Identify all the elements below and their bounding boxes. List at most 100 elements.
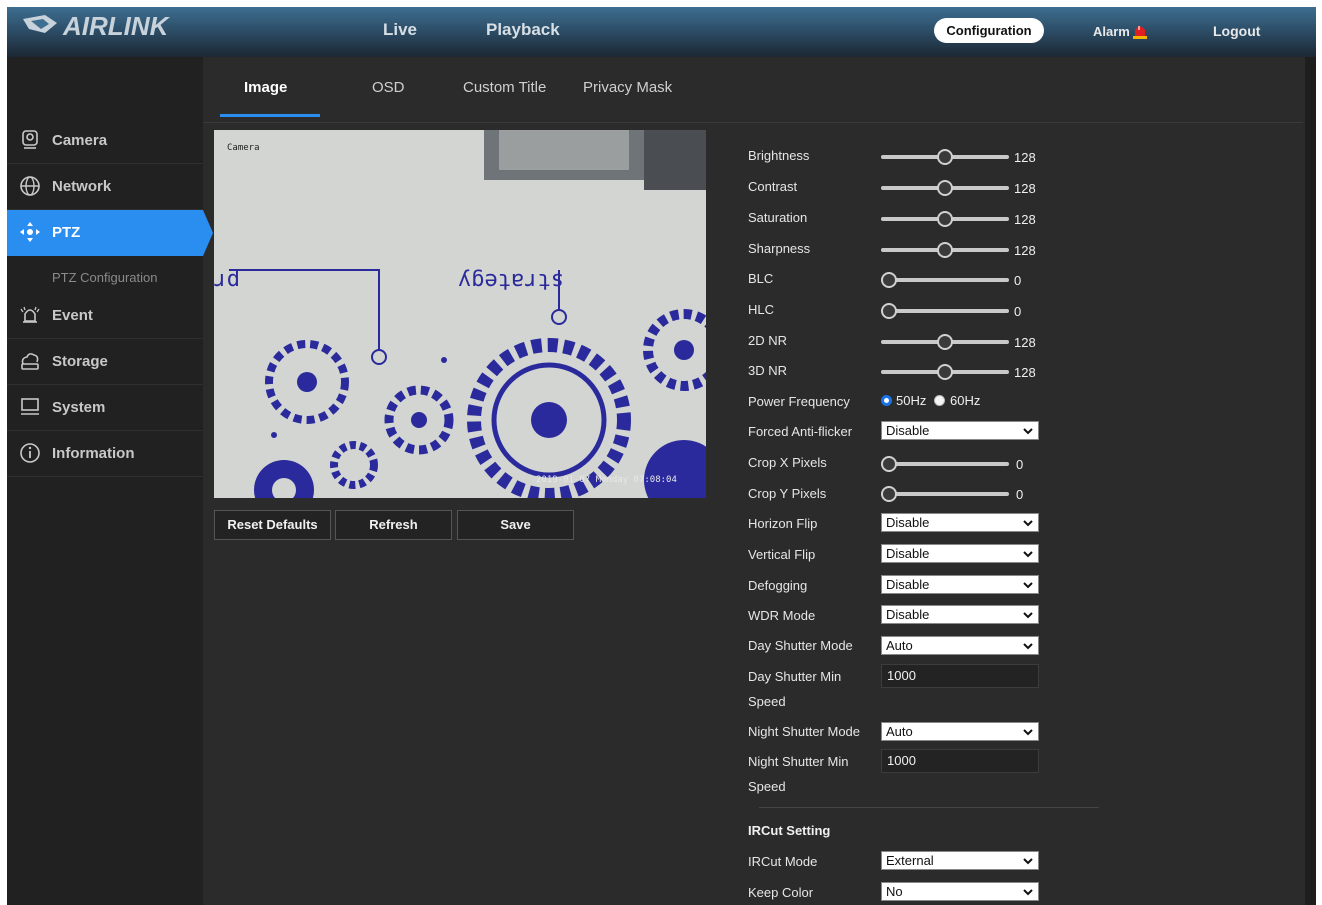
day-shutter-mode-label: Day Shutter Mode (748, 638, 853, 653)
sidebar-item-label: Event (52, 307, 93, 324)
ptz-arrows-icon (20, 222, 40, 242)
day-shutter-mode-select[interactable]: Auto (881, 636, 1039, 655)
brightness-value: 128 (1014, 150, 1036, 165)
sidebar-item-ptz[interactable]: PTZ (7, 210, 213, 256)
nav-alarm[interactable]: Alarm (1093, 22, 1149, 40)
alarm-bell-icon (20, 306, 40, 323)
chevron-down-icon (1023, 643, 1033, 650)
sidebar-item-label: PTZ (52, 224, 81, 241)
select-value: Disable (886, 546, 930, 561)
radio-60hz[interactable] (934, 395, 945, 406)
slider-knob[interactable] (937, 334, 954, 350)
sidebar-item-system[interactable]: System (7, 385, 203, 431)
keep-color-select[interactable]: No (881, 882, 1039, 901)
airlink-logo: AIRLINK (23, 11, 171, 41)
save-button[interactable]: Save (457, 510, 574, 540)
night-shutter-mode-select[interactable]: Auto (881, 722, 1039, 741)
hlc-slider[interactable] (881, 303, 1009, 319)
day-shutter-min-label: Day Shutter Min (748, 669, 842, 684)
night-shutter-mode-label: Night Shutter Mode (748, 724, 861, 739)
select-value: External (886, 853, 934, 868)
slider-knob[interactable] (937, 364, 954, 380)
chevron-down-icon (1023, 612, 1033, 619)
video-preview[interactable]: progress strategy Camera 2019-01-07 Mond… (214, 130, 706, 498)
wdr-mode-select[interactable]: Disable (881, 605, 1039, 624)
ircut-mode-select[interactable]: External (881, 851, 1039, 870)
radio-60hz-label: 60Hz (950, 393, 981, 408)
osd-timestamp: 2019-01-07 Monday 07:08:04 (536, 475, 677, 485)
horizon-flip-label: Horizon Flip (748, 516, 818, 531)
slider-knob[interactable] (937, 242, 954, 258)
nav-configuration[interactable]: Configuration (934, 18, 1044, 43)
active-tab-indicator (220, 114, 320, 117)
globe-icon (20, 176, 40, 196)
chevron-down-icon (1023, 729, 1033, 736)
hlc-label: HLC (748, 302, 775, 317)
blc-slider[interactable] (881, 272, 1009, 288)
nav-playback[interactable]: Playback (486, 20, 560, 40)
sidebar-item-storage[interactable]: Storage (7, 339, 203, 385)
slider-knob[interactable] (881, 272, 897, 288)
sidebar-item-label: System (52, 399, 106, 416)
slider-knob[interactable] (937, 149, 954, 165)
sidebar-item-information[interactable]: Information (7, 431, 203, 477)
tab-privacy-mask[interactable]: Privacy Mask (583, 79, 672, 96)
keep-color-label: Keep Color (748, 885, 814, 900)
day-shutter-min-label-2: Speed (748, 694, 786, 709)
vertical-flip-select[interactable]: Disable (881, 544, 1039, 563)
night-shutter-min-input[interactable]: 1000 (881, 749, 1039, 773)
day-shutter-min-input[interactable]: 1000 (881, 664, 1039, 688)
app-window: AIRLINK Live Playback Configuration Alar… (7, 7, 1316, 905)
sharpness-slider[interactable] (881, 242, 1009, 258)
3d-nr-slider[interactable] (881, 364, 1009, 380)
crop-x-value: 0 (1016, 457, 1024, 472)
slider-knob[interactable] (937, 180, 954, 196)
brightness-slider[interactable] (881, 149, 1009, 165)
saturation-value: 128 (1014, 212, 1036, 227)
sidebar-item-event[interactable]: Event (7, 293, 203, 339)
slider-knob[interactable] (881, 456, 897, 472)
slider-knob[interactable] (881, 303, 897, 319)
crop-y-slider[interactable] (881, 486, 1009, 502)
slider-knob[interactable] (881, 486, 897, 502)
defogging-select[interactable]: Disable (881, 575, 1039, 594)
nav-logout[interactable]: Logout (1213, 23, 1260, 39)
radio-50hz[interactable] (881, 395, 892, 406)
anti-flicker-select[interactable]: Disable (881, 421, 1039, 440)
sidebar-item-network[interactable]: Network (7, 164, 203, 210)
contrast-label: Contrast (748, 179, 798, 194)
2d-nr-slider[interactable] (881, 334, 1009, 350)
scroll-gutter (1305, 57, 1316, 905)
blc-label: BLC (748, 271, 774, 286)
wall-text-progress: progress (214, 268, 240, 293)
2d-nr-label: 2D NR (748, 333, 788, 348)
radio-50hz-label: 50Hz (896, 393, 927, 408)
reset-defaults-button[interactable]: Reset Defaults (214, 510, 331, 540)
2d-nr-value: 128 (1014, 335, 1036, 350)
horizon-flip-select[interactable]: Disable (881, 513, 1039, 532)
night-shutter-min-label: Night Shutter Min (748, 754, 849, 769)
defogging-label: Defogging (748, 578, 808, 593)
sharpness-label: Sharpness (748, 241, 811, 256)
select-value: Disable (886, 607, 930, 622)
saturation-label: Saturation (748, 210, 808, 225)
slider-knob[interactable] (937, 211, 954, 227)
sidebar-subitem-ptz-configuration[interactable]: PTZ Configuration (52, 270, 158, 285)
chevron-down-icon (1023, 889, 1033, 896)
tab-osd[interactable]: OSD (372, 79, 405, 96)
ircut-section-title: IRCut Setting (748, 823, 831, 838)
tab-custom-title[interactable]: Custom Title (463, 79, 546, 96)
sidebar-item-camera[interactable]: Camera (7, 118, 203, 164)
sidebar-item-label: Storage (52, 353, 108, 370)
nav-live[interactable]: Live (383, 20, 417, 40)
tab-bar: Image OSD Custom Title Privacy Mask (203, 57, 1303, 123)
3d-nr-value: 128 (1014, 365, 1036, 380)
contrast-slider[interactable] (881, 180, 1009, 196)
saturation-slider[interactable] (881, 211, 1009, 227)
wdr-mode-label: WDR Mode (748, 608, 816, 623)
sharpness-value: 128 (1014, 243, 1036, 258)
chevron-down-icon (1023, 520, 1033, 527)
crop-x-slider[interactable] (881, 456, 1009, 472)
tab-image[interactable]: Image (244, 79, 287, 96)
refresh-button[interactable]: Refresh (335, 510, 452, 540)
